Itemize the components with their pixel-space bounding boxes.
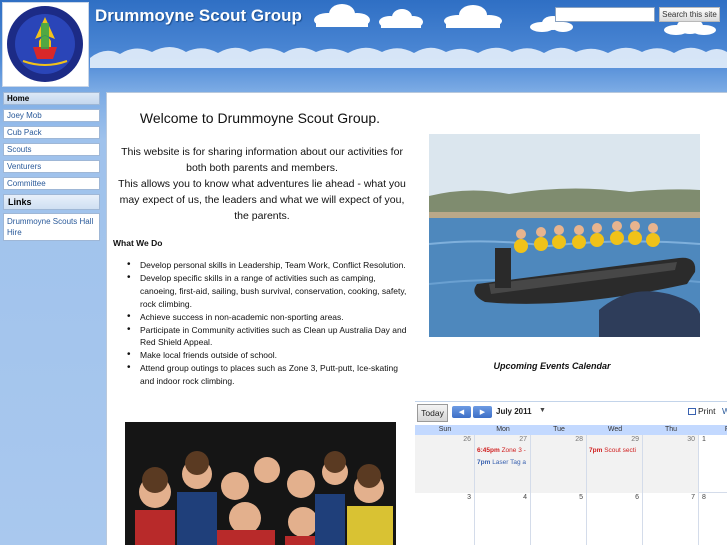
site-title[interactable]: Drummoyne Scout Group bbox=[95, 6, 302, 26]
calendar-grid: 26 27 6:45pm Zone 3 - 7pm Laser Tag a 28… bbox=[415, 435, 727, 545]
intro-paragraph-1: This website is for sharing information … bbox=[121, 146, 403, 174]
sidebar-item-scouts[interactable]: Scouts bbox=[3, 143, 100, 156]
calendar-day-cell[interactable]: 3 bbox=[415, 493, 475, 545]
scout-logo[interactable] bbox=[2, 2, 89, 87]
calendar-event[interactable]: 7pm Laser Tag a bbox=[477, 459, 526, 466]
main-content: Welcome to Drummoyne Scout Group. This w… bbox=[106, 92, 727, 545]
list-item: Achieve success in non-academic non-spor… bbox=[126, 311, 412, 324]
sidebar-link-hall-hire[interactable]: Drummoyne Scouts Hall Hire bbox=[3, 213, 100, 241]
print-button[interactable]: Print bbox=[688, 406, 715, 416]
calendar-event[interactable]: 7pm Scout secti bbox=[589, 447, 636, 454]
calendar-day-cell[interactable]: 30 bbox=[643, 435, 699, 493]
calendar-day-cell[interactable]: 7 bbox=[643, 493, 699, 545]
day-header: Tue bbox=[553, 426, 565, 433]
chevron-right-icon: ▶ bbox=[479, 409, 486, 416]
calendar-day-headers: Sun Mon Tue Wed Thu F bbox=[415, 425, 727, 435]
cloud-decoration bbox=[379, 9, 423, 28]
next-month-button[interactable]: ▶ bbox=[473, 406, 492, 418]
calendar-toolbar: Today ◀ ▶ July 2011 ▼ Print W bbox=[415, 402, 727, 424]
sidebar: Home Joey Mob Cub Pack Scouts Venturers … bbox=[3, 92, 101, 241]
activities-list: Develop personal skills in Leadership, T… bbox=[126, 259, 412, 388]
sidebar-item-committee[interactable]: Committee bbox=[3, 177, 100, 190]
calendar-day-cell[interactable]: 26 bbox=[415, 435, 475, 493]
site-header: Drummoyne Scout Group Search this site bbox=[0, 0, 727, 90]
month-label: July 2011 bbox=[496, 407, 532, 416]
calendar-event[interactable]: 6:45pm Zone 3 - bbox=[477, 447, 526, 454]
scouts-group-photo bbox=[125, 422, 396, 545]
printer-icon bbox=[688, 408, 696, 415]
list-item: Develop specific skills in a range of ac… bbox=[126, 272, 412, 311]
calendar-day-cell[interactable]: 8 bbox=[699, 493, 727, 545]
today-button[interactable]: Today bbox=[417, 404, 448, 422]
day-header: Mon bbox=[496, 426, 510, 433]
list-item: Attend group outings to places such as Z… bbox=[126, 362, 412, 388]
day-header: Wed bbox=[607, 426, 623, 433]
events-heading: Upcoming Events Calendar bbox=[493, 361, 611, 371]
calendar-day-cell[interactable]: 1 bbox=[699, 435, 727, 493]
calendar-day-cell[interactable]: 4 bbox=[475, 493, 531, 545]
day-header: Thu bbox=[664, 426, 678, 433]
calendar-day-cell[interactable]: 5 bbox=[531, 493, 587, 545]
sidebar-item-cub-pack[interactable]: Cub Pack bbox=[3, 126, 100, 139]
cloud-band-decoration bbox=[90, 47, 727, 68]
calendar-day-cell[interactable]: 28 bbox=[531, 435, 587, 493]
view-tab-clipped[interactable]: W bbox=[722, 406, 727, 416]
events-calendar: Today ◀ ▶ July 2011 ▼ Print W Sun Mon Tu… bbox=[415, 401, 727, 545]
chevron-left-icon: ◀ bbox=[458, 409, 465, 416]
search-input[interactable] bbox=[555, 7, 655, 22]
page-title: Welcome to Drummoyne Scout Group. bbox=[139, 110, 381, 126]
scout-badge-icon bbox=[7, 6, 83, 82]
links-heading: Links bbox=[3, 194, 100, 210]
list-item: Make local friends outside of school. bbox=[126, 349, 412, 362]
calendar-day-cell[interactable]: 27 6:45pm Zone 3 - 7pm Laser Tag a bbox=[475, 435, 531, 493]
prev-month-button[interactable]: ◀ bbox=[452, 406, 471, 418]
day-header: Sun bbox=[438, 426, 452, 433]
sidebar-item-home[interactable]: Home bbox=[3, 92, 100, 105]
cloud-decoration bbox=[444, 5, 502, 28]
sidebar-item-joey-mob[interactable]: Joey Mob bbox=[3, 109, 100, 122]
intro-text: This website is for sharing information … bbox=[111, 144, 413, 224]
calendar-week: 3 4 5 6 7 8 bbox=[415, 493, 727, 545]
cloud-decoration bbox=[314, 4, 370, 27]
list-item: Participate in Community activities such… bbox=[126, 324, 412, 350]
boat-photo bbox=[429, 134, 700, 337]
section-heading: What We Do bbox=[113, 238, 163, 248]
search-button[interactable]: Search this site bbox=[659, 7, 720, 22]
calendar-day-cell[interactable]: 6 bbox=[587, 493, 643, 545]
list-item: Develop personal skills in Leadership, T… bbox=[126, 259, 412, 272]
chevron-down-icon[interactable]: ▼ bbox=[539, 407, 546, 414]
sidebar-item-venturers[interactable]: Venturers bbox=[3, 160, 100, 173]
calendar-week: 26 27 6:45pm Zone 3 - 7pm Laser Tag a 28… bbox=[415, 435, 727, 493]
day-header: F bbox=[699, 425, 727, 435]
intro-paragraph-2: This allows you to know what adventures … bbox=[118, 178, 406, 222]
calendar-day-cell[interactable]: 29 7pm Scout secti bbox=[587, 435, 643, 493]
